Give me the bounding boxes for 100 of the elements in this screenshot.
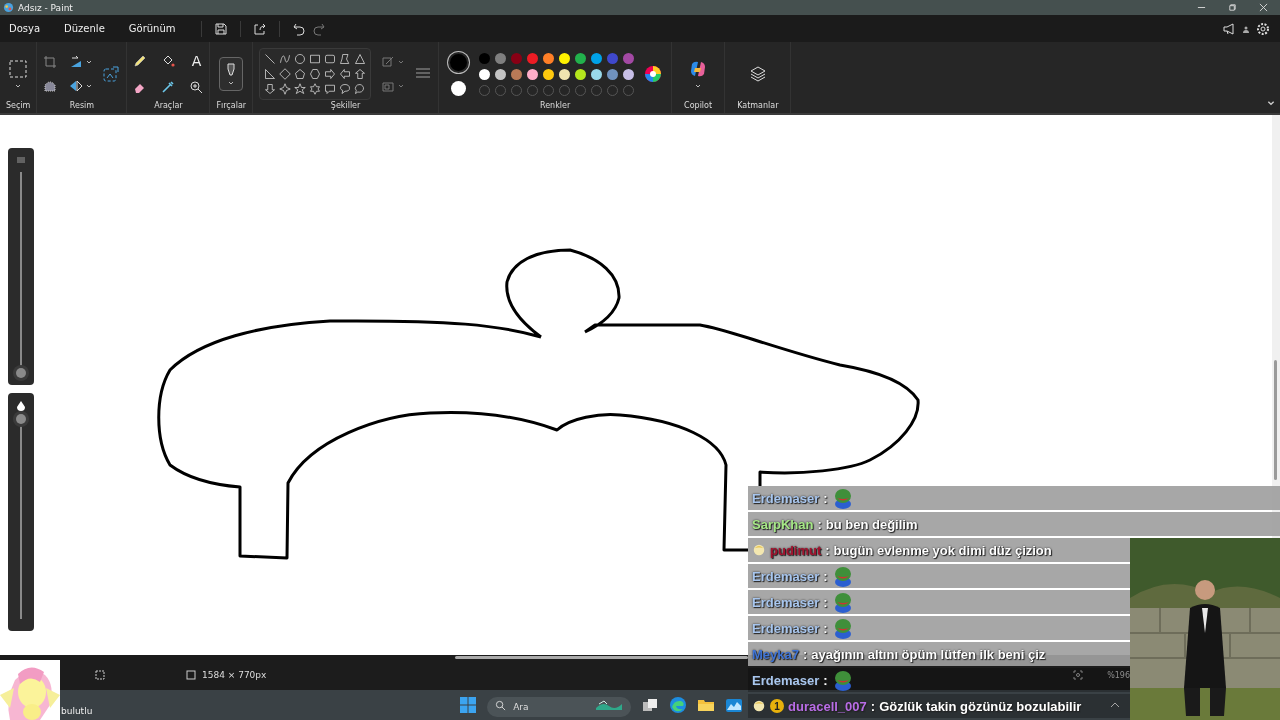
- color-swatch[interactable]: [575, 52, 587, 64]
- chat-separator: :: [825, 542, 830, 558]
- save-icon[interactable]: [213, 21, 228, 36]
- diamond-icon[interactable]: [279, 68, 292, 80]
- undo-icon[interactable]: [291, 21, 306, 36]
- chat-message: Gözlük takin gözünüz bozulabilir: [879, 698, 1082, 714]
- color-swatch[interactable]: [559, 68, 571, 80]
- weather-text[interactable]: bulutlu: [61, 706, 93, 716]
- color-swatch[interactable]: [591, 52, 603, 64]
- rotate-icon[interactable]: [69, 55, 84, 69]
- menu-item[interactable]: Dosya: [4, 19, 46, 38]
- color-swatch[interactable]: [511, 52, 523, 64]
- pencil-icon[interactable]: [133, 54, 148, 68]
- speech-bubble-icon[interactable]: [354, 83, 367, 95]
- line-icon[interactable]: [264, 53, 277, 65]
- brush-button[interactable]: [219, 57, 244, 91]
- selection-icon[interactable]: [9, 60, 28, 78]
- magnifier-icon[interactable]: [189, 80, 204, 94]
- share-icon[interactable]: [252, 21, 267, 36]
- rectangle-icon[interactable]: [309, 53, 322, 65]
- chevron-icon[interactable]: [86, 60, 93, 64]
- menu-item[interactable]: Düzenle: [59, 19, 110, 38]
- chat-username: duracell_007: [788, 698, 867, 714]
- chat-separator: :: [823, 568, 828, 584]
- color-swatch[interactable]: [527, 68, 539, 80]
- mosaic-icon[interactable]: [43, 79, 58, 93]
- primary-color[interactable]: [448, 52, 470, 73]
- hexagon-icon[interactable]: [309, 68, 322, 80]
- chat-separator: :: [870, 698, 876, 714]
- selection-icon: [95, 670, 105, 680]
- right-arrow-icon[interactable]: [324, 68, 337, 80]
- chat-separator: :: [823, 594, 828, 610]
- left-arrow-icon[interactable]: [339, 68, 352, 80]
- curve-icon[interactable]: [279, 53, 292, 65]
- color-picker-icon[interactable]: [161, 80, 176, 94]
- chat-username: Erdemaser: [752, 672, 820, 688]
- star-icon[interactable]: [294, 83, 307, 95]
- color-swatch[interactable]: [543, 52, 555, 64]
- right-triangle-icon[interactable]: [264, 68, 277, 80]
- color-swatch[interactable]: [479, 68, 491, 80]
- windows-icon[interactable]: [459, 696, 478, 714]
- color-swatch[interactable]: [559, 52, 571, 64]
- color-swatch[interactable]: [607, 52, 619, 64]
- flip-icon[interactable]: [69, 79, 84, 93]
- layers-icon[interactable]: [748, 65, 767, 83]
- resize-icon[interactable]: [102, 65, 121, 83]
- chevron-icon[interactable]: [1267, 99, 1275, 107]
- color-swatch[interactable]: [527, 52, 539, 64]
- up-arrow-icon[interactable]: [354, 68, 367, 80]
- chevron-icon[interactable]: [15, 84, 22, 88]
- slider-thumb[interactable]: [16, 368, 26, 378]
- menu-item[interactable]: Görünüm: [123, 19, 181, 38]
- search-field[interactable]: Ara: [487, 697, 632, 717]
- pentagon-icon[interactable]: [294, 68, 307, 80]
- chat-username: pudimut: [770, 542, 822, 558]
- secondary-color[interactable]: [451, 81, 467, 96]
- down-arrow-icon[interactable]: [264, 83, 277, 95]
- chat-username: Erdemaser: [752, 620, 820, 636]
- callout-icon[interactable]: [324, 83, 337, 95]
- color-swatch[interactable]: [479, 52, 491, 64]
- text-tool[interactable]: A: [189, 54, 204, 68]
- account-icon[interactable]: [1242, 24, 1250, 33]
- four-point-star-icon[interactable]: [279, 83, 292, 95]
- six-point-star-icon[interactable]: [309, 83, 322, 95]
- restore-icon[interactable]: [1228, 3, 1237, 12]
- color-swatch[interactable]: [591, 68, 603, 80]
- crop-icon[interactable]: [43, 55, 58, 69]
- color-swatch[interactable]: [607, 68, 619, 80]
- polygon-icon[interactable]: [339, 53, 352, 65]
- fill-bucket-icon[interactable]: [161, 54, 176, 68]
- zoom-level[interactable]: %196: [1107, 670, 1130, 680]
- browser-icon[interactable]: [669, 696, 688, 714]
- task-view-icon[interactable]: [641, 696, 660, 714]
- color-swatch[interactable]: [511, 68, 523, 80]
- redo-icon[interactable]: [311, 21, 326, 36]
- chevron-icon[interactable]: [695, 84, 702, 88]
- group-label: Fırçalar: [216, 101, 247, 110]
- copilot-icon[interactable]: [689, 60, 708, 78]
- color-swatch[interactable]: [623, 68, 635, 80]
- scrollbar-thumb[interactable]: [1274, 360, 1277, 480]
- fit-screen-icon[interactable]: [1073, 670, 1084, 680]
- color-swatch[interactable]: [495, 68, 507, 80]
- color-wheel-icon[interactable]: [644, 65, 663, 83]
- settings-icon[interactable]: [1256, 21, 1270, 36]
- color-swatch[interactable]: [543, 68, 555, 80]
- outline-icon[interactable]: [381, 55, 396, 69]
- fill-icon[interactable]: [381, 79, 396, 93]
- oval-callout-icon[interactable]: [339, 83, 352, 95]
- color-swatch[interactable]: [575, 68, 587, 80]
- megaphone-icon[interactable]: [1222, 21, 1236, 36]
- color-swatch[interactable]: [495, 52, 507, 64]
- drop-icon: [16, 401, 26, 411]
- group-label: Araçlar: [154, 101, 183, 110]
- triangle-icon[interactable]: [354, 53, 367, 65]
- scrollbar-thumb[interactable]: [455, 656, 748, 659]
- chevron-icon[interactable]: [86, 84, 93, 88]
- chevron-up-icon[interactable]: [1110, 700, 1120, 710]
- close-icon[interactable]: [1259, 3, 1268, 12]
- color-swatch[interactable]: [623, 52, 635, 64]
- slider-thumb[interactable]: [16, 414, 26, 424]
